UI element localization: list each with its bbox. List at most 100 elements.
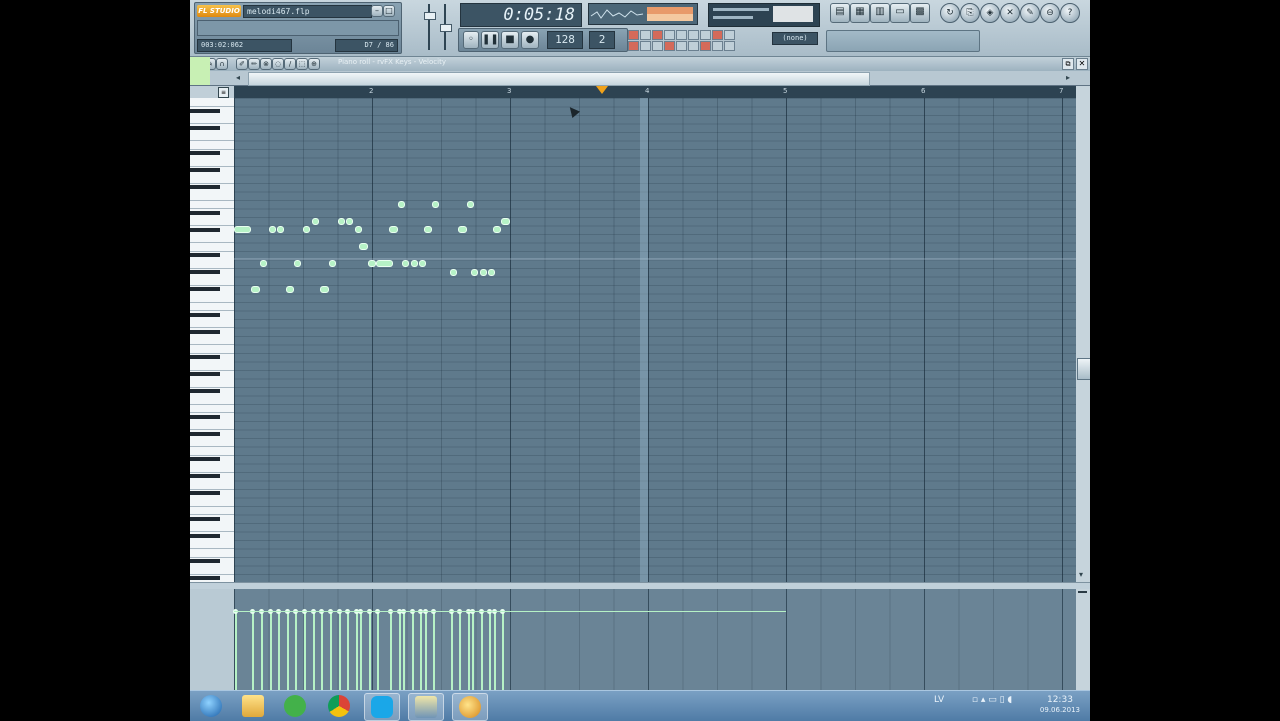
black-key[interactable] — [190, 125, 220, 130]
utorrent-icon[interactable] — [278, 693, 312, 719]
midi-note[interactable] — [449, 268, 457, 276]
horizontal-scrollbar[interactable]: ◂ ▸ — [190, 57, 1090, 86]
score-toggle[interactable] — [724, 41, 735, 51]
midi-note[interactable] — [346, 217, 354, 225]
midi-note[interactable] — [294, 260, 302, 267]
black-key[interactable] — [190, 559, 220, 563]
step-sequencer-button[interactable]: ▦ — [850, 3, 870, 23]
mute-tool-icon[interactable]: ◌ — [272, 58, 284, 70]
white-key[interactable] — [190, 505, 234, 507]
midi-note[interactable] — [410, 260, 418, 267]
white-key[interactable] — [190, 123, 234, 124]
white-key[interactable] — [190, 208, 234, 209]
black-key[interactable] — [190, 108, 220, 113]
white-key[interactable] — [190, 148, 234, 150]
overdub-toggle[interactable] — [640, 41, 651, 51]
white-key[interactable] — [190, 514, 234, 515]
tools-icon[interactable]: ✎ — [1020, 3, 1040, 23]
white-key[interactable] — [190, 352, 234, 354]
black-key[interactable] — [190, 457, 220, 461]
black-key[interactable] — [190, 431, 220, 436]
audio-toggle[interactable] — [700, 41, 711, 51]
white-key[interactable] — [190, 386, 234, 388]
time-display[interactable]: 0:05:18 — [460, 3, 582, 27]
scroll-left-icon[interactable]: ◂ — [236, 73, 240, 82]
midi-note[interactable] — [311, 217, 319, 225]
fl-studio-taskbar-icon[interactable] — [452, 693, 488, 721]
midi-note[interactable] — [328, 260, 336, 267]
playhead-marker[interactable] — [596, 86, 608, 94]
select-tool-icon[interactable]: ⬚ — [296, 58, 308, 70]
slice-tool-icon[interactable]: / — [284, 58, 296, 70]
undo-toggle[interactable] — [724, 30, 735, 40]
delete-tool-icon[interactable]: ⊗ — [260, 58, 272, 70]
vertical-scroll-thumb[interactable] — [1077, 358, 1090, 380]
midi-note[interactable] — [389, 226, 398, 233]
white-key[interactable] — [190, 199, 234, 201]
vertical-scrollbar[interactable]: ▾ — [1076, 86, 1090, 582]
white-key[interactable] — [190, 446, 234, 447]
main-menu-bar[interactable] — [197, 20, 399, 36]
help-icon[interactable]: ? — [1060, 3, 1080, 23]
explorer-icon[interactable] — [236, 693, 270, 719]
midi-note[interactable] — [268, 226, 276, 233]
black-key[interactable] — [190, 312, 220, 317]
white-key[interactable] — [190, 165, 234, 167]
horizontal-scroll-thumb[interactable] — [248, 72, 870, 86]
midi-note[interactable] — [432, 200, 440, 208]
black-key[interactable] — [190, 227, 220, 232]
app-icon[interactable] — [408, 693, 444, 721]
white-key[interactable] — [190, 106, 234, 107]
filter-toggle[interactable] — [688, 41, 699, 51]
midi-note[interactable] — [458, 226, 467, 233]
clock-time[interactable]: 12:33 — [1040, 695, 1080, 705]
midi-note[interactable] — [354, 226, 362, 233]
tray-icons[interactable]: ▫ ▴ ▭ ▯ ◖ — [947, 695, 1037, 705]
record-button[interactable]: ● — [521, 31, 539, 49]
browser-button[interactable]: ▭ — [890, 3, 910, 23]
black-key[interactable] — [190, 151, 220, 155]
white-key[interactable] — [190, 573, 234, 575]
settings-icon[interactable]: ✕ — [1000, 3, 1020, 23]
black-key[interactable] — [190, 389, 220, 393]
white-key[interactable] — [190, 182, 234, 184]
black-key[interactable] — [190, 474, 220, 478]
typing-keyboard-toggle[interactable] — [700, 30, 711, 40]
mixer-button[interactable]: ▩ — [910, 3, 930, 23]
wait-input-toggle[interactable] — [640, 30, 651, 40]
chrome-icon[interactable] — [322, 693, 356, 719]
black-key[interactable] — [190, 185, 220, 189]
white-key[interactable] — [190, 242, 234, 243]
stop-button[interactable]: ■ — [501, 31, 519, 49]
midi-note[interactable] — [492, 226, 502, 233]
black-key[interactable] — [190, 329, 220, 334]
midi-note[interactable] — [397, 200, 405, 208]
midi-note[interactable] — [402, 260, 409, 267]
white-key[interactable] — [190, 369, 234, 371]
midi-note[interactable] — [501, 217, 510, 225]
black-key[interactable] — [190, 576, 220, 580]
minimize-button[interactable]: – — [371, 5, 383, 17]
automation-toggle[interactable] — [712, 41, 723, 51]
white-key[interactable] — [190, 327, 234, 328]
save-icon[interactable]: ⎘ — [960, 3, 980, 23]
midi-note[interactable] — [358, 243, 368, 250]
snapshot-toggle[interactable] — [628, 41, 639, 51]
midi-note[interactable] — [423, 226, 433, 233]
snap-selector[interactable]: (none) — [772, 32, 818, 45]
midi-note[interactable] — [471, 268, 478, 276]
midi-note[interactable] — [285, 285, 295, 293]
scroll-down-icon[interactable]: ▾ — [1079, 570, 1083, 579]
play-pause-button[interactable]: ❚❚ — [481, 31, 499, 49]
white-key[interactable] — [190, 310, 234, 311]
midi-note[interactable] — [277, 226, 285, 233]
midi-note[interactable] — [234, 226, 252, 233]
white-key[interactable] — [190, 531, 234, 532]
master-volume-slider[interactable] — [424, 4, 436, 50]
white-key[interactable] — [190, 267, 234, 269]
metronome-toggle[interactable] — [628, 30, 639, 40]
white-key[interactable] — [190, 471, 234, 473]
piano-keyboard[interactable] — [190, 98, 235, 582]
keyboard-corner-button[interactable]: ≡ — [190, 86, 234, 98]
paint-tool-icon[interactable]: ✏ — [248, 58, 260, 70]
